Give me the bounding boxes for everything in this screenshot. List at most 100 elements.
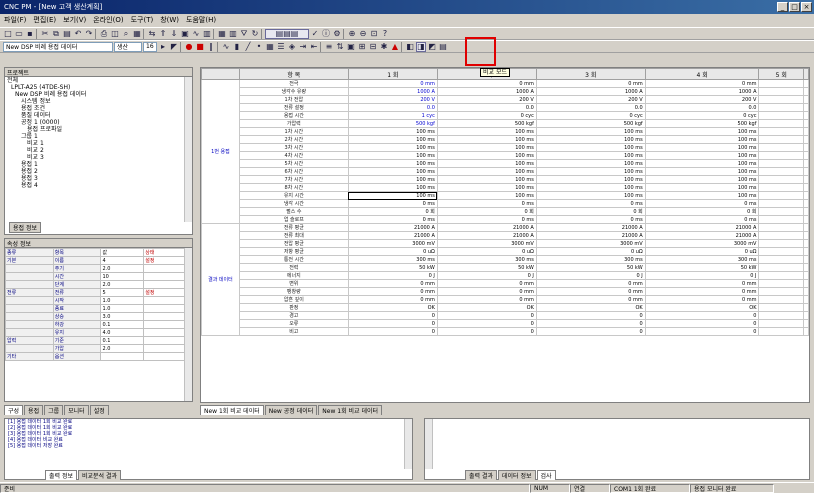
cell-empty[interactable] [803, 239, 809, 248]
menu-view[interactable]: 보기(V) [63, 15, 86, 25]
cell-empty[interactable] [803, 127, 809, 136]
cell-empty[interactable] [803, 271, 809, 280]
cell-value[interactable]: 0 uΩ [347, 247, 438, 256]
filter-icon[interactable]: ⛛ [239, 29, 249, 39]
cell-value[interactable]: 100 ms [436, 183, 537, 192]
alert-icon[interactable]: ▲ [390, 42, 400, 52]
document-tab[interactable]: New 1회 비교 데이터 [318, 405, 383, 415]
prev-compare-icon[interactable]: ◧ [405, 42, 415, 52]
cell-value[interactable]: 1000 A [347, 87, 438, 96]
cell-value[interactable]: 0 uΩ [535, 247, 646, 256]
group-label[interactable]: 1번 용접 [201, 79, 240, 224]
cell-empty[interactable] [758, 79, 804, 88]
tree-node[interactable]: 용접 프로파일 [5, 126, 192, 133]
cell-value[interactable]: 0 ms [347, 215, 438, 224]
cell-empty[interactable] [803, 87, 809, 96]
table-row[interactable]: 전압 평균 3000 mV 3000 mV 3000 mV 3000 mV [202, 239, 809, 248]
merge-icon[interactable]: ⊞ [357, 42, 367, 52]
cell-value[interactable]: 200 V [535, 95, 646, 104]
settings-icon[interactable]: ⚙ [332, 29, 342, 39]
log-tab[interactable]: 비교분석 결과 [78, 470, 122, 480]
cell-empty[interactable] [758, 183, 804, 192]
monitor-icon[interactable]: ▣ [180, 29, 190, 39]
cell-value[interactable]: 0 mm [347, 279, 438, 288]
property-row[interactable]: 주기 2.0 [5, 264, 192, 273]
property-value[interactable]: 3.0 [100, 312, 145, 321]
cell-empty[interactable] [758, 303, 804, 312]
cell-value[interactable]: 0 mm [347, 295, 438, 304]
table-row[interactable]: 결과 데이터 전류 평균 21000 A 21000 A 21000 A 21000 A [201, 223, 809, 336]
cell-value[interactable]: 100 ms [436, 159, 537, 168]
cell-value[interactable]: 21000 A [535, 223, 646, 232]
cell-value[interactable]: 100 ms [436, 127, 537, 136]
cell-value[interactable]: 100 ms [436, 143, 537, 152]
cell-value[interactable]: 0 ms [535, 215, 646, 224]
cell-value[interactable]: 0 mm [436, 279, 537, 288]
find-icon[interactable]: ⌕ [121, 29, 131, 39]
cell-value[interactable]: 100 ms [644, 159, 760, 168]
tree-node[interactable]: 비교 1 [5, 140, 192, 147]
property-row[interactable]: 전류 전류 5 설정 [5, 288, 192, 297]
cell-empty[interactable] [758, 295, 804, 304]
connect-icon[interactable]: ⇆ [147, 29, 157, 39]
open-icon[interactable]: ▭ [14, 29, 24, 39]
property-row[interactable]: 시작 1.0 [5, 296, 192, 305]
tree-node[interactable]: New DSP 비례 용접 데이터 [5, 91, 192, 98]
tree-node[interactable]: 용접 2 [5, 168, 192, 175]
cell-value[interactable]: 500 kgf [436, 119, 537, 128]
table-row[interactable]: 1차 시간 100 ms 100 ms 100 ms 100 ms [202, 127, 809, 136]
property-row[interactable]: 종료 1.0 [5, 304, 192, 313]
cell-value[interactable]: 0 [347, 311, 438, 320]
cell-value[interactable]: 0 ms [535, 199, 646, 208]
cell-empty[interactable] [803, 279, 809, 288]
cell-value[interactable]: 100 ms [535, 135, 646, 144]
cell-value[interactable]: 0 mm [535, 279, 646, 288]
cut-icon[interactable]: ✂ [40, 29, 50, 39]
bar-icon[interactable]: ▮ [232, 42, 242, 52]
cell-value[interactable]: 200 V [347, 95, 438, 104]
cell-value[interactable]: 500 kgf [644, 119, 760, 128]
property-row[interactable]: 시간 10 [5, 272, 192, 281]
cell-value[interactable]: 0 J [436, 271, 537, 280]
chart-icon[interactable]: ▥ [202, 29, 212, 39]
new-icon[interactable]: □ [3, 29, 13, 39]
cell-empty[interactable] [803, 295, 809, 304]
cell-value[interactable]: OK [436, 303, 537, 312]
tree-node[interactable]: 전체 [5, 77, 192, 84]
cell-empty[interactable] [758, 319, 804, 328]
export-icon[interactable]: ⇥ [298, 42, 308, 52]
cell-value[interactable]: 100 ms [535, 159, 646, 168]
cell-value[interactable]: 3000 mV [644, 239, 760, 248]
cell-value[interactable]: 100 ms [535, 183, 646, 192]
graph-icon[interactable]: ∿ [191, 29, 201, 39]
zoom-out-icon[interactable]: ⊖ [358, 29, 368, 39]
panel-tab[interactable]: 검사 [536, 470, 556, 480]
cell-value[interactable]: 0.0 [535, 103, 646, 112]
menu-tools[interactable]: 도구(T) [131, 15, 154, 25]
table-row[interactable]: 펄스 수0 회0 회0 회0 회 [202, 207, 809, 216]
cell-value[interactable]: 0 mm [644, 287, 760, 296]
left-tab[interactable]: 용접 [24, 405, 44, 415]
cell-value[interactable]: 21000 A [436, 231, 537, 240]
cell-empty[interactable] [803, 319, 809, 328]
compare-view-icon[interactable]: ▤▤▤ [265, 28, 309, 39]
cell-value[interactable]: 0 [644, 327, 760, 336]
property-value[interactable]: 0.1 [100, 320, 145, 329]
cell-value[interactable]: 100 ms [347, 159, 438, 168]
minimize-icon[interactable]: _ [777, 2, 788, 12]
select-icon[interactable]: ◤ [169, 42, 179, 52]
cell-empty[interactable] [758, 159, 804, 168]
property-row[interactable]: 가압 2.0 [5, 344, 192, 353]
cell-value[interactable]: 3000 mV [436, 239, 537, 248]
column-header[interactable]: 3 회 [535, 68, 646, 80]
cell-empty[interactable] [803, 159, 809, 168]
cell-value[interactable]: 100 ms [535, 143, 646, 152]
cell-empty[interactable] [758, 95, 804, 104]
property-value[interactable]: 2.0 [100, 280, 145, 289]
cell-value[interactable]: 0 mm [535, 287, 646, 296]
cell-empty[interactable] [803, 327, 809, 336]
record-icon[interactable]: ● [184, 42, 194, 52]
cell-value[interactable]: 100 ms [347, 183, 438, 192]
cell-empty[interactable] [803, 183, 809, 192]
table-row[interactable]: 오류 0 0 0 0 [202, 319, 809, 328]
